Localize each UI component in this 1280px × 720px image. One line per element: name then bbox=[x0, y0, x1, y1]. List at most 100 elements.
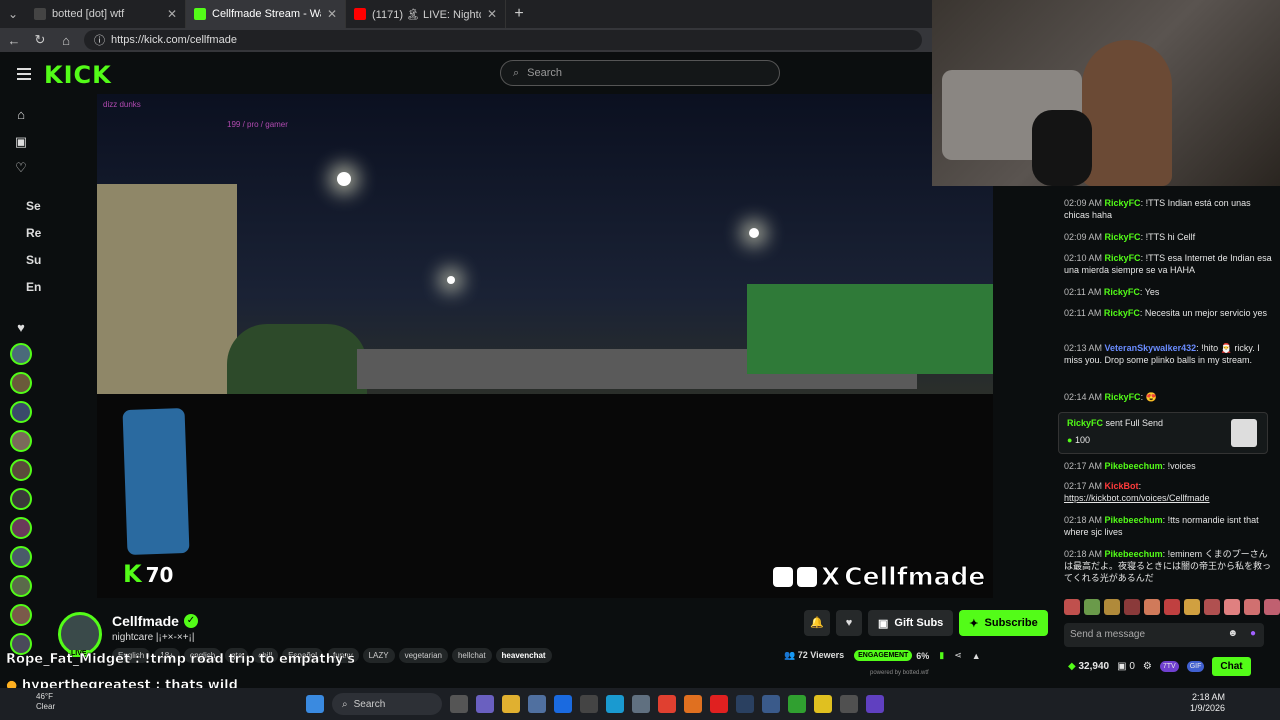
weather-widget[interactable]: 46°F Clear bbox=[8, 692, 55, 712]
task-view-icon[interactable] bbox=[450, 695, 468, 713]
follow-heart-button[interactable]: ♥ bbox=[836, 610, 862, 636]
channel-avatar[interactable] bbox=[10, 343, 32, 365]
channel-avatar[interactable] bbox=[10, 401, 32, 423]
chat-link[interactable]: https://kickbot.com/voices/Cellfmade bbox=[1064, 493, 1210, 503]
chat-username[interactable]: KickBot bbox=[1105, 481, 1139, 491]
store-icon[interactable] bbox=[528, 695, 546, 713]
gif-badge[interactable]: GIF bbox=[1186, 660, 1205, 672]
notes-icon[interactable] bbox=[814, 695, 832, 713]
settings-gear-icon[interactable]: ⚙ bbox=[1143, 661, 1152, 672]
tab-list-chevron-icon[interactable]: ⌄ bbox=[0, 0, 26, 28]
streamer-name[interactable]: Cellfmade bbox=[112, 613, 179, 629]
steam-icon[interactable] bbox=[736, 695, 754, 713]
close-icon[interactable]: ✕ bbox=[167, 7, 177, 21]
chat-username[interactable]: Pikebeechum bbox=[1105, 549, 1163, 559]
home-icon[interactable]: ⌂ bbox=[58, 33, 74, 48]
chart-icon[interactable]: ▮ bbox=[939, 650, 944, 661]
close-icon[interactable]: ✕ bbox=[327, 7, 337, 21]
7tv-badge[interactable]: 7TV bbox=[1159, 660, 1179, 672]
vlc-icon[interactable] bbox=[684, 695, 702, 713]
chat-send-button[interactable]: Chat bbox=[1212, 656, 1251, 676]
channel-avatar[interactable] bbox=[10, 517, 32, 539]
sidebar-label[interactable]: En bbox=[26, 280, 41, 294]
chat-username[interactable]: Pikebeechum bbox=[1105, 461, 1163, 471]
chat-username[interactable]: RickyFC bbox=[1104, 308, 1140, 318]
sticker-icon[interactable]: ● bbox=[1250, 628, 1256, 639]
tab-nightcrawl[interactable]: (1171) 🏝 LIVE: Nightcrawl | L ✕ bbox=[346, 0, 506, 28]
emote-icon[interactable] bbox=[1244, 599, 1260, 615]
edge-icon[interactable] bbox=[606, 695, 624, 713]
gift-subs-button[interactable]: ▣ Gift Subs bbox=[868, 610, 954, 636]
app-icon[interactable] bbox=[762, 695, 780, 713]
chat-username[interactable]: RickyFC bbox=[1105, 198, 1141, 208]
gift-count[interactable]: ▣ 0 bbox=[1117, 661, 1135, 672]
chat-username[interactable]: RickyFC bbox=[1105, 253, 1141, 263]
emote-icon[interactable] bbox=[1144, 599, 1160, 615]
file-explorer-icon[interactable] bbox=[502, 695, 520, 713]
channel-avatar[interactable] bbox=[10, 372, 32, 394]
emote-icon[interactable] bbox=[1184, 599, 1200, 615]
kick-logo[interactable]: KICK bbox=[44, 61, 112, 89]
channel-avatar[interactable] bbox=[10, 546, 32, 568]
taskbar-search[interactable]: ⌕ Search bbox=[332, 693, 442, 715]
heart-icon[interactable]: ♥ bbox=[14, 321, 28, 335]
obs-icon[interactable] bbox=[840, 695, 858, 713]
sidebar-label[interactable]: Se bbox=[26, 199, 41, 213]
gift-username[interactable]: RickyFC bbox=[1067, 418, 1103, 428]
channel-avatar[interactable] bbox=[10, 488, 32, 510]
youtube-icon[interactable] bbox=[710, 695, 728, 713]
points-display[interactable]: ◆ 32,940 bbox=[1068, 661, 1109, 672]
emote-icon[interactable] bbox=[1064, 599, 1080, 615]
calculator-icon[interactable] bbox=[632, 695, 650, 713]
facebook-icon[interactable] bbox=[554, 695, 572, 713]
tag-chip[interactable]: heavenchat bbox=[495, 648, 552, 663]
taskbar-clock[interactable]: 2:18 AM 1/9/2026 bbox=[1190, 692, 1225, 714]
sidebar-label[interactable]: Su bbox=[26, 253, 41, 267]
app-icon[interactable] bbox=[866, 695, 884, 713]
site-info-icon[interactable]: ⓘ bbox=[94, 32, 105, 48]
emoji-icon[interactable]: ☻ bbox=[1227, 628, 1238, 639]
channel-avatar[interactable] bbox=[10, 604, 32, 626]
chat-username[interactable]: RickyFC bbox=[1104, 287, 1140, 297]
emote-icon[interactable] bbox=[1224, 599, 1240, 615]
xbox-icon[interactable] bbox=[788, 695, 806, 713]
channel-avatar[interactable] bbox=[10, 459, 32, 481]
emote-icon[interactable] bbox=[1204, 599, 1220, 615]
start-windows-icon[interactable] bbox=[306, 695, 324, 713]
new-tab-button[interactable]: + bbox=[506, 5, 532, 23]
emote-icon[interactable] bbox=[1124, 599, 1140, 615]
notification-bell-button[interactable]: 🔔 bbox=[804, 610, 830, 636]
amazon-icon[interactable] bbox=[580, 695, 598, 713]
tab-cellfmade[interactable]: Cellfmade Stream - Watch Liv ✕ bbox=[186, 0, 346, 28]
report-warning-icon[interactable]: ▲ bbox=[972, 651, 981, 661]
video-player[interactable]: dizz dunks 199 / pro / gamer K 70 X Cellf… bbox=[97, 94, 993, 598]
home-icon[interactable]: ⌂ bbox=[14, 108, 28, 122]
channel-avatar[interactable] bbox=[10, 575, 32, 597]
following-heart-icon[interactable]: ♡ bbox=[14, 161, 28, 175]
chat-message-input[interactable]: Send a message ☻ ● bbox=[1064, 623, 1264, 647]
share-icon[interactable]: ⋖ bbox=[954, 650, 962, 661]
browse-icon[interactable]: ▣ bbox=[14, 135, 28, 149]
copilot-icon[interactable] bbox=[476, 695, 494, 713]
tab-botted[interactable]: botted [dot] wtf ✕ bbox=[26, 0, 186, 28]
emote-icon[interactable] bbox=[1164, 599, 1180, 615]
menu-icon[interactable] bbox=[17, 68, 31, 83]
chat-username[interactable]: RickyFC bbox=[1105, 392, 1141, 402]
subscribe-button[interactable]: ✦ Subscribe bbox=[959, 610, 1048, 636]
close-icon[interactable]: ✕ bbox=[487, 7, 497, 21]
chrome-icon[interactable] bbox=[658, 695, 676, 713]
emote-icon[interactable] bbox=[1084, 599, 1100, 615]
chat-username[interactable]: Pikebeechum bbox=[1105, 515, 1163, 525]
chat-username[interactable]: VeteranSkywalker432 bbox=[1105, 343, 1197, 353]
sidebar-label[interactable]: Re bbox=[26, 226, 41, 240]
emote-icon[interactable] bbox=[1104, 599, 1120, 615]
search-input[interactable]: ⌕ Search bbox=[500, 60, 780, 86]
channel-avatar[interactable] bbox=[10, 430, 32, 452]
tag-chip[interactable]: hellchat bbox=[451, 648, 492, 663]
emote-icon[interactable] bbox=[1264, 599, 1280, 615]
reload-icon[interactable]: ↻ bbox=[32, 32, 48, 48]
url-field[interactable]: ⓘ https://kick.com/cellfmade bbox=[84, 30, 922, 50]
chat-message: 02:17 AM KickBot: https://kickbot.com/vo… bbox=[1064, 481, 1210, 503]
back-icon[interactable]: ← bbox=[6, 33, 22, 48]
chat-username[interactable]: RickyFC bbox=[1105, 232, 1141, 242]
